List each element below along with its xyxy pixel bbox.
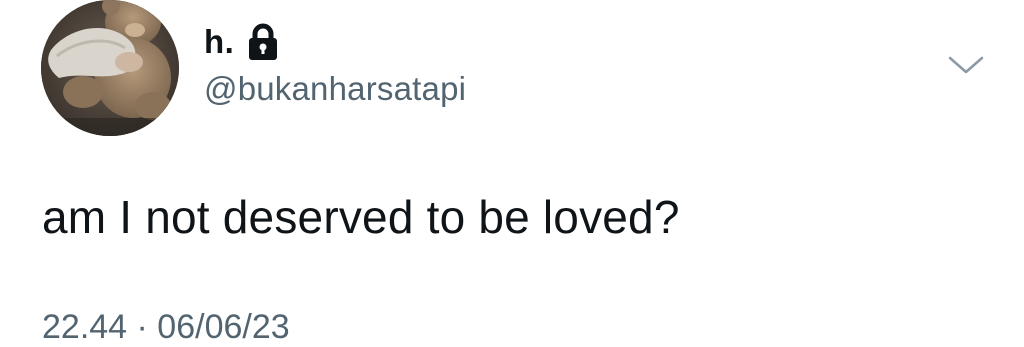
tweet-text: am I not deserved to be loved? (42, 191, 680, 243)
avatar-image (41, 0, 179, 136)
tweet-timestamp[interactable]: 22.44 · 06/06/23 (42, 308, 290, 347)
tweet: h. @bukanharsatapi am I not deserved to … (0, 0, 1024, 346)
avatar[interactable] (41, 0, 179, 136)
lock-icon (246, 23, 280, 61)
display-name[interactable]: h. (204, 23, 234, 61)
user-handle[interactable]: @bukanharsatapi (204, 70, 466, 108)
display-name-row: h. (204, 20, 280, 64)
chevron-down-icon[interactable] (946, 52, 986, 80)
